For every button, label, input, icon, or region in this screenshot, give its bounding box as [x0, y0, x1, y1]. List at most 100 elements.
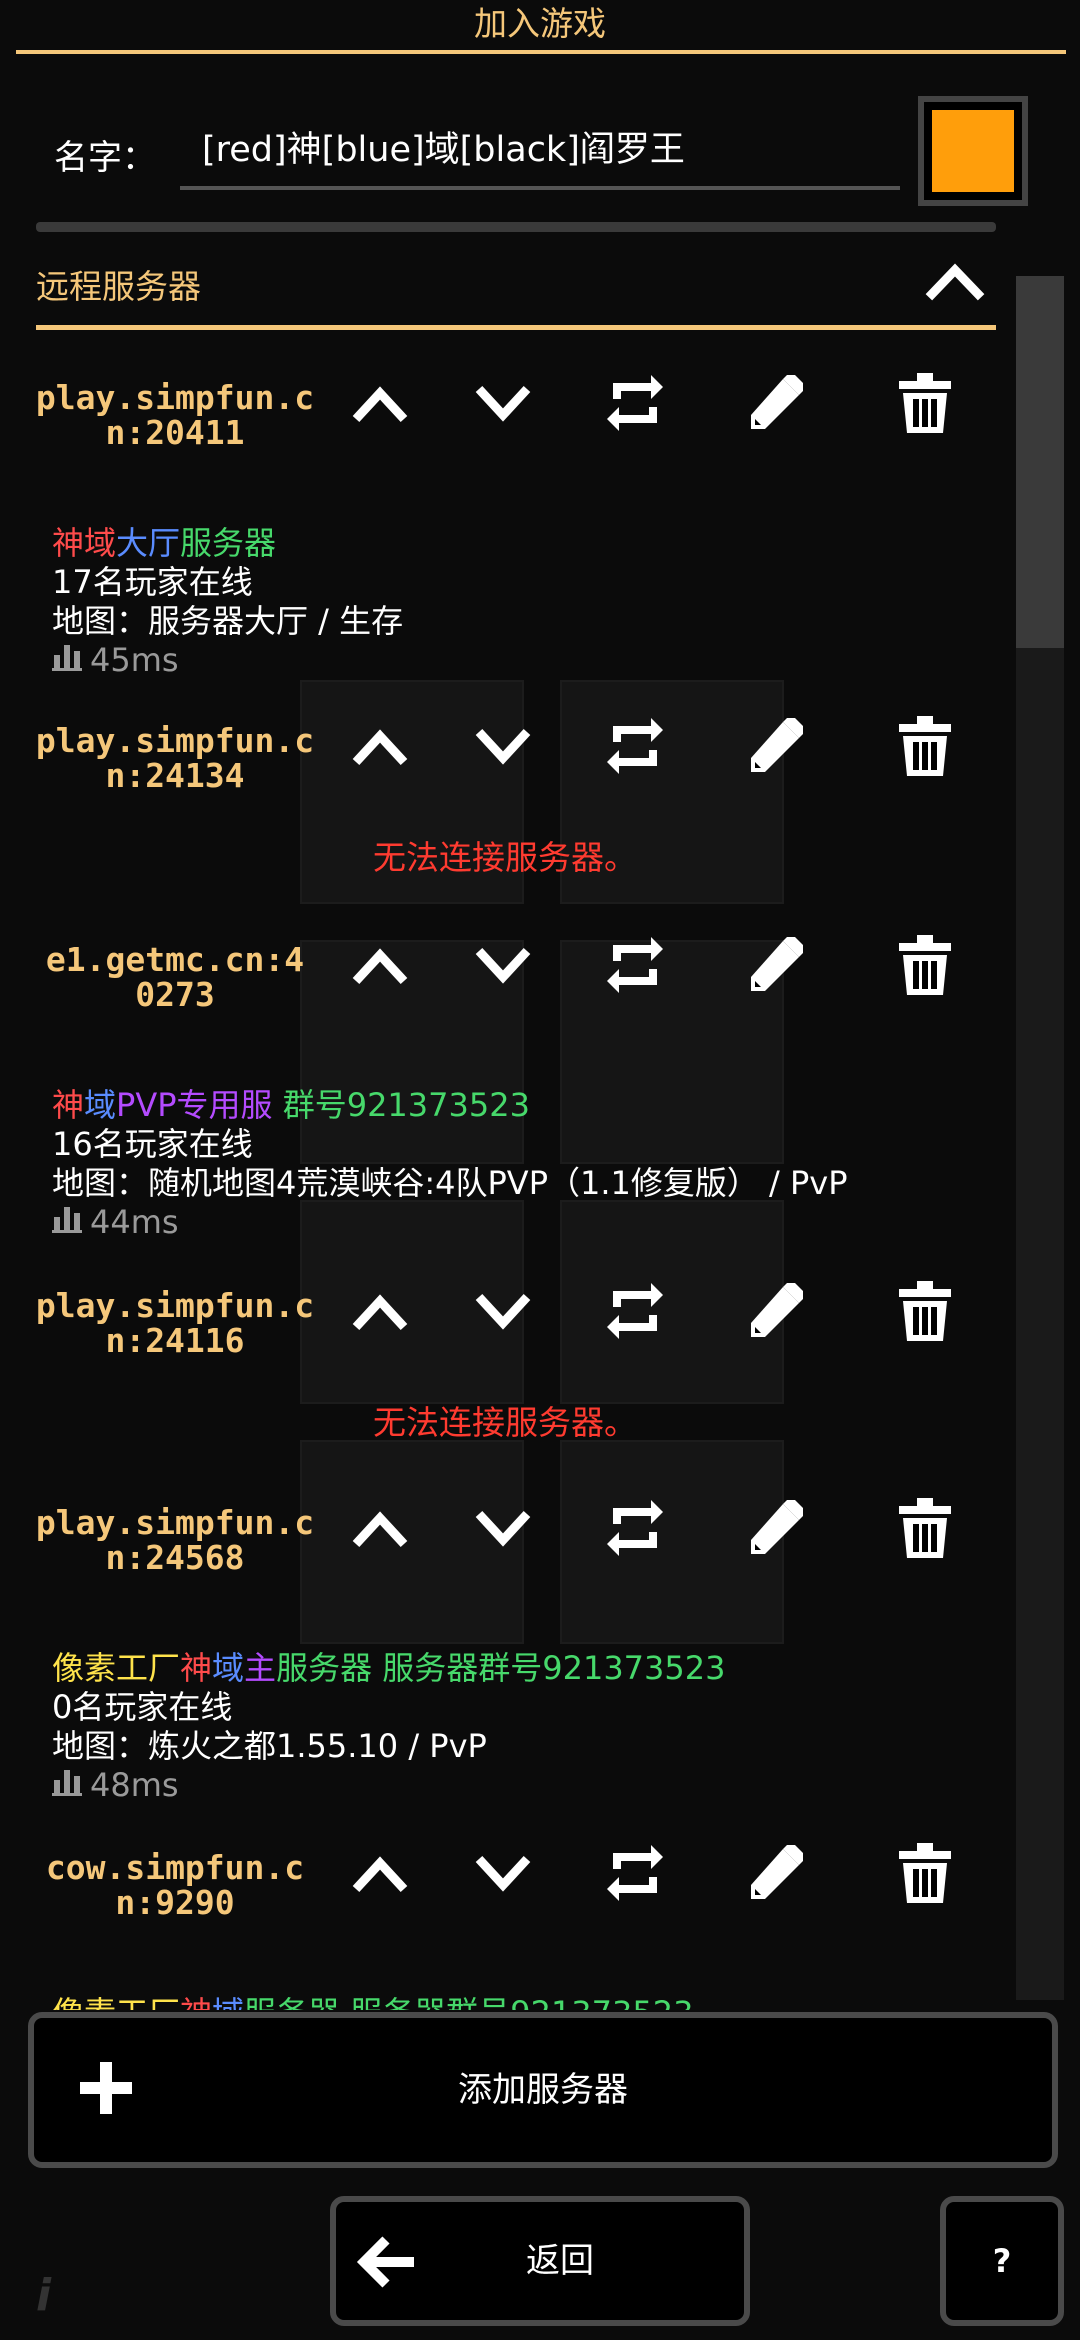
move-down-button[interactable] [458, 360, 548, 450]
bar-chart-icon [52, 641, 82, 679]
server-name-part: 神 [180, 1994, 212, 2010]
move-down-button[interactable] [458, 703, 548, 793]
server-name-part: 主 [244, 1649, 277, 1687]
server-list[interactable]: play.simpfun.c n:20411 神域大厅服务器 17名玩家在线 地图：服… [0, 340, 1010, 2010]
add-server-label: 添加服务器 [458, 2070, 628, 2110]
add-server-button[interactable]: 添加服务器 [28, 2012, 1058, 2168]
pencil-icon [743, 371, 807, 439]
chevron-down-icon [473, 1289, 533, 1337]
remote-servers-underline [36, 325, 996, 330]
move-up-button[interactable] [335, 703, 425, 793]
connection-error: 无法连接服务器。 [373, 838, 637, 877]
edit-button[interactable] [730, 360, 820, 450]
title-underline [16, 50, 1066, 54]
chevron-up-icon[interactable] [920, 250, 990, 310]
chevron-up-icon [350, 943, 410, 991]
move-down-button[interactable] [458, 1485, 548, 1575]
chevron-down-icon [473, 1506, 533, 1554]
ping-value: 45ms [90, 641, 179, 679]
help-button[interactable]: ? [940, 2196, 1064, 2326]
pencil-icon [743, 1841, 807, 1909]
server-name-part: 神 [52, 1086, 85, 1124]
pencil-icon [743, 1279, 807, 1347]
refresh-button[interactable] [590, 922, 680, 1012]
refresh-button[interactable] [590, 1485, 680, 1575]
chevron-up-icon [350, 1851, 410, 1899]
trash-icon [897, 1841, 953, 1909]
delete-button[interactable] [880, 922, 970, 1012]
server-ping: 44ms [52, 1203, 848, 1242]
delete-button[interactable] [880, 360, 970, 450]
move-down-button[interactable] [458, 1830, 548, 1920]
name-input[interactable]: [red]神[blue]域[black]阎罗王 [180, 110, 900, 190]
refresh-icon [603, 371, 667, 439]
player-count: 16名玩家在线 [52, 1125, 253, 1163]
server-address[interactable]: play.simpfun.c n:24568 [30, 1505, 320, 1575]
move-down-button[interactable] [458, 922, 548, 1012]
ping-value: 44ms [90, 1203, 179, 1241]
chevron-down-icon [473, 943, 533, 991]
server-ping: 45ms [52, 641, 403, 680]
edit-button[interactable] [730, 922, 820, 1012]
scrollbar[interactable] [1016, 276, 1064, 2000]
delete-button[interactable] [880, 1268, 970, 1358]
edit-button[interactable] [730, 1830, 820, 1920]
server-name-part: 域 [212, 1649, 245, 1687]
player-color-button[interactable] [918, 96, 1028, 206]
edit-button[interactable] [730, 1485, 820, 1575]
move-up-button[interactable] [335, 922, 425, 1012]
move-down-button[interactable] [458, 1268, 548, 1358]
server-name-part: 群号921373523 [272, 1086, 530, 1124]
server-map: 地图：随机地图4荒漠峡谷:4队PVP（1.1修复版） / PvP [52, 1164, 848, 1202]
server-ping: 48ms [52, 1766, 725, 1805]
server-address[interactable]: play.simpfun.c n:24134 [30, 723, 320, 793]
refresh-button[interactable] [590, 360, 680, 450]
back-button[interactable]: 返回 [330, 2196, 750, 2326]
server-name-part: 服务器 服务器群号921373523 [276, 1649, 726, 1687]
move-up-button[interactable] [335, 1485, 425, 1575]
remote-servers-header[interactable]: 远程服务器 [0, 250, 1010, 330]
name-label: 名字： [54, 138, 156, 178]
delete-button[interactable] [880, 703, 970, 793]
refresh-icon [603, 1279, 667, 1347]
server-address[interactable]: cow.simpfun.c n:9290 [30, 1850, 320, 1920]
refresh-button[interactable] [590, 1830, 680, 1920]
player-name-row: 名字： [red]神[blue]域[black]阎罗王 [0, 90, 1080, 210]
server-name: 像素工厂神域主服务器 服务器群号921373523 [52, 1649, 725, 1688]
ping-value: 48ms [90, 1766, 179, 1804]
pencil-icon [743, 933, 807, 1001]
server-name-part: 像素工厂 [52, 1994, 180, 2010]
title-bar: 加入游戏 [0, 0, 1080, 54]
server-info: 神域PVP专用服 群号921373523 16名玩家在线 地图：随机地图4荒漠峡谷:… [52, 1086, 848, 1242]
chevron-up-icon [350, 1289, 410, 1337]
server-address[interactable]: play.simpfun.c n:24116 [30, 1288, 320, 1358]
move-up-button[interactable] [335, 360, 425, 450]
player-color-swatch [932, 110, 1014, 192]
move-up-button[interactable] [335, 1268, 425, 1358]
edit-button[interactable] [730, 703, 820, 793]
server-name: 神域大厅服务器 [52, 524, 403, 563]
trash-icon [897, 371, 953, 439]
server-name-part: PVP专用服 [116, 1086, 273, 1124]
refresh-button[interactable] [590, 703, 680, 793]
chevron-down-icon [473, 381, 533, 429]
edit-button[interactable] [730, 1268, 820, 1358]
server-info: 神域大厅服务器 17名玩家在线 地图：服务器大厅 / 生存 45ms [52, 524, 403, 680]
scrollbar-thumb[interactable] [1016, 276, 1064, 648]
server-name-part: 域 [84, 1086, 117, 1124]
server-name-part: 服务器 [180, 524, 277, 562]
chevron-up-icon [350, 1506, 410, 1554]
refresh-button[interactable] [590, 1268, 680, 1358]
server-name-part: 域 [212, 1994, 244, 2010]
server-info: 像素工厂神域服务器 服务器群号921373523 [52, 1994, 693, 2010]
delete-button[interactable] [880, 1485, 970, 1575]
trash-icon [897, 1279, 953, 1347]
move-up-button[interactable] [335, 1830, 425, 1920]
server-address[interactable]: e1.getmc.cn:4 0273 [30, 942, 320, 1012]
server-address[interactable]: play.simpfun.c n:20411 [30, 380, 320, 450]
refresh-icon [603, 1841, 667, 1909]
connection-error: 无法连接服务器。 [373, 1403, 637, 1442]
delete-button[interactable] [880, 1830, 970, 1920]
refresh-icon [603, 933, 667, 1001]
chevron-up-icon [350, 381, 410, 429]
